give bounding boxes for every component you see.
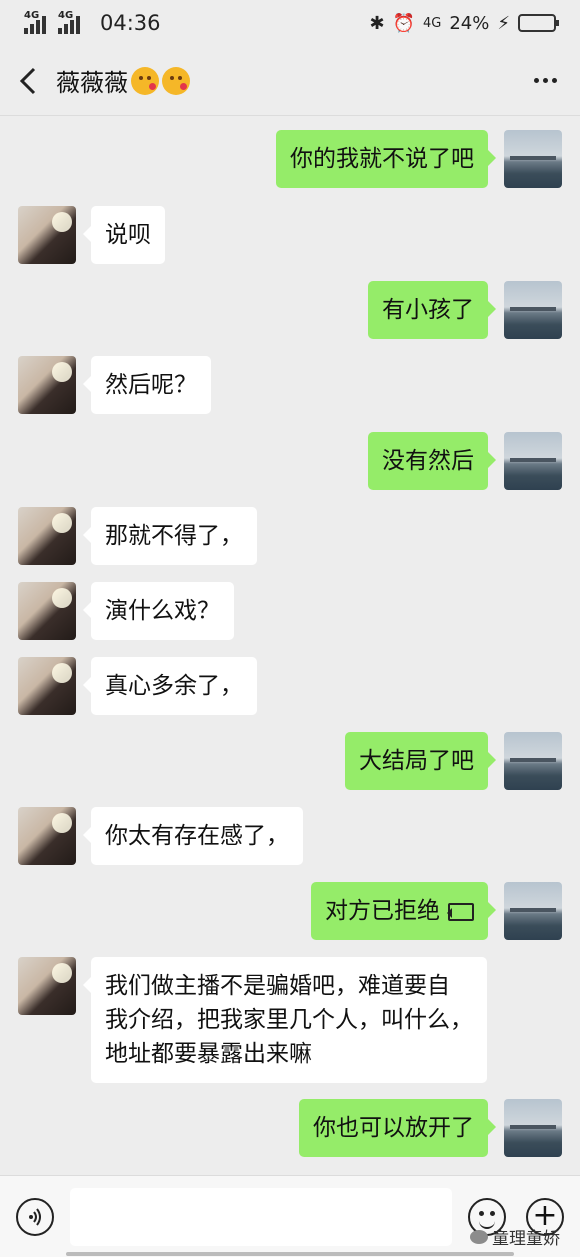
- received-message-bubble[interactable]: 我们做主播不是骗婚吧，难道要自 我介绍，把我家里几个人，叫什么， 地址都要暴露出…: [83, 957, 487, 1083]
- network-label-2: 4G: [58, 10, 74, 21]
- contact-avatar[interactable]: [18, 657, 76, 715]
- status-time: 04:36: [100, 11, 161, 35]
- more-dot: [542, 78, 548, 83]
- my-avatar[interactable]: [504, 732, 562, 790]
- sent-message-bubble[interactable]: 你的我就不说了吧: [276, 130, 496, 188]
- voice-icon: [29, 1208, 41, 1226]
- kiss-emoji-icon: [162, 66, 190, 95]
- kiss-emoji-icon: [131, 66, 159, 95]
- battery-percent: 24%: [449, 12, 490, 34]
- bluetooth-icon: ✱: [369, 12, 385, 34]
- alarm-icon: ⏰: [392, 12, 415, 34]
- status-right: ✱ ⏰ 4G 24% ⚡: [369, 12, 559, 34]
- contact-name: 薇薇薇: [56, 69, 128, 97]
- voice-button[interactable]: [16, 1198, 54, 1236]
- back-button[interactable]: [0, 46, 56, 116]
- my-avatar[interactable]: [504, 130, 562, 188]
- contact-avatar[interactable]: [18, 807, 76, 865]
- signal-icon-2: 4G: [58, 10, 88, 34]
- my-avatar[interactable]: [504, 882, 562, 940]
- signal-icon: 4G: [24, 10, 54, 34]
- message-list[interactable]: 你的我就不说了吧说呗有小孩了然后呢？ 没有然后那就不得了， 演什么戏？ 真心多余了， 大…: [0, 116, 580, 1175]
- received-message-bubble[interactable]: 你太有存在感了，: [83, 807, 303, 865]
- message-input[interactable]: [70, 1188, 452, 1246]
- sent-message-bubble[interactable]: 有小孩了: [368, 281, 496, 339]
- network-label-1: 4G: [24, 10, 40, 21]
- battery-icon: [518, 14, 559, 32]
- chevron-left-icon: [19, 67, 36, 94]
- my-avatar[interactable]: [504, 432, 562, 490]
- charging-icon: ⚡: [497, 12, 510, 34]
- contact-avatar[interactable]: [18, 957, 76, 1015]
- contact-avatar[interactable]: [18, 582, 76, 640]
- video-call-icon: [447, 902, 474, 921]
- chat-title: 薇薇薇: [56, 63, 190, 98]
- sent-message-bubble[interactable]: 没有然后: [368, 432, 496, 490]
- chat-header: 薇薇薇: [0, 46, 580, 116]
- received-message-bubble[interactable]: 然后呢？: [83, 356, 211, 414]
- sent-message-bubble[interactable]: 对方已拒绝: [311, 882, 496, 940]
- contact-avatar[interactable]: [18, 206, 76, 264]
- sent-message-bubble[interactable]: 你也可以放开了: [299, 1099, 496, 1157]
- my-avatar[interactable]: [504, 281, 562, 339]
- wechat-logo-icon: [470, 1229, 488, 1244]
- watermark-text: 童理童娇: [492, 1229, 560, 1249]
- sent-message-bubble[interactable]: 大结局了吧: [345, 732, 496, 790]
- received-message-bubble[interactable]: 说呗: [83, 206, 165, 264]
- more-button[interactable]: [510, 46, 580, 116]
- watermark: 童理童娇: [470, 1224, 560, 1249]
- received-message-bubble[interactable]: 那就不得了，: [83, 507, 257, 565]
- more-dot: [551, 78, 557, 83]
- home-indicator: [66, 1252, 514, 1256]
- received-message-bubble[interactable]: 真心多余了，: [83, 657, 257, 715]
- more-dot: [533, 78, 539, 83]
- net-badge: 4G: [422, 15, 442, 31]
- contact-avatar[interactable]: [18, 356, 76, 414]
- received-message-bubble[interactable]: 演什么戏？: [83, 582, 234, 640]
- status-bar: 4G 4G 04:36 ✱ ⏰ 4G 24% ⚡: [0, 0, 580, 46]
- my-avatar[interactable]: [504, 1099, 562, 1157]
- contact-avatar[interactable]: [18, 507, 76, 565]
